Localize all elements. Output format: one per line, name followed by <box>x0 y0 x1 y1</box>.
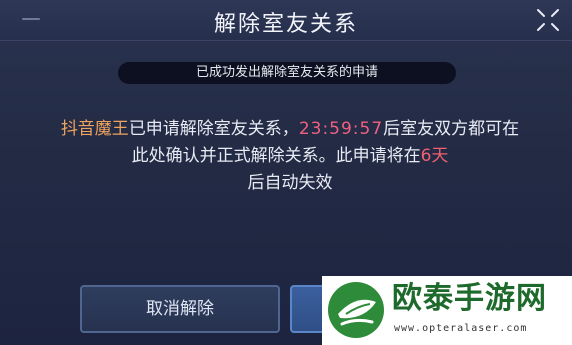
cancel-dissolve-button[interactable]: 取消解除 <box>80 285 280 333</box>
leaf-logo-icon <box>328 282 384 338</box>
player-name: 抖音魔王 <box>60 119 129 139</box>
message-text-1: 已申请解除室友关系， <box>128 119 299 139</box>
dialog-header: 解除室友关系 <box>0 0 572 41</box>
dissolve-message: 抖音魔王已申请解除室友关系，23:59:57后室友双方都可在此处确认并正式解除关… <box>60 116 520 197</box>
watermark-text: 欧泰手游网 <box>392 281 547 316</box>
watermark-url: www.opteralaser.com <box>394 323 528 334</box>
countdown-timer: 23:59:57 <box>298 119 384 139</box>
message-text-3: 后自动失效 <box>247 173 333 193</box>
dissolve-roommate-dialog: 解除室友关系 已成功发出解除室友关系的申请 抖音魔王已申请解除室友关系，23:5… <box>0 0 572 345</box>
success-notice: 已成功发出解除室友关系的申请 <box>118 62 456 84</box>
expiry-days: 6天 <box>420 146 449 166</box>
watermark: 欧泰手游网 www.opteralaser.com <box>322 276 572 345</box>
dialog-title: 解除室友关系 <box>213 12 358 37</box>
close-icon[interactable] <box>534 6 562 34</box>
